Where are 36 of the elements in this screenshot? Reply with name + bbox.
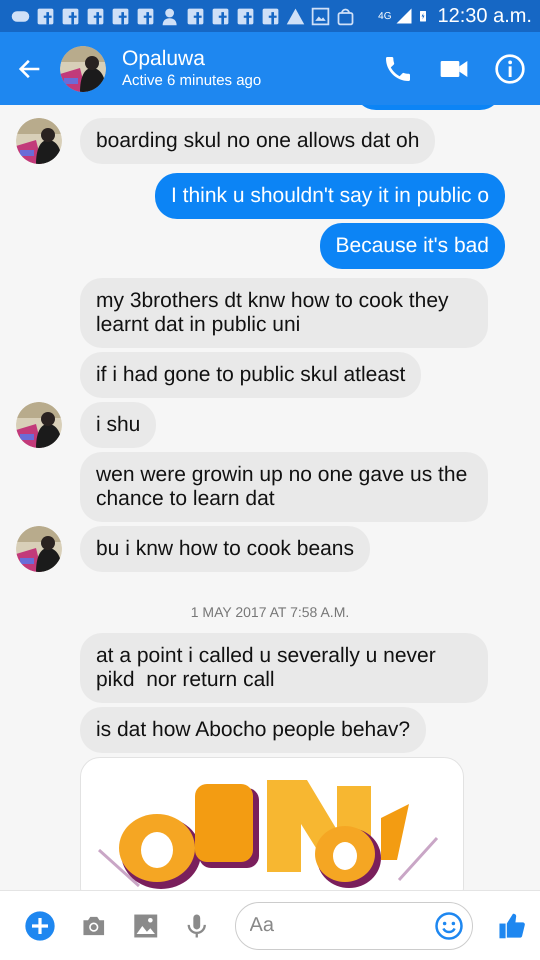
app-notification-icon (135, 6, 156, 26)
app-notification-icon (35, 6, 56, 26)
incoming-message-bubble: i shu (80, 402, 156, 448)
incoming-message-bubble: bu i knw how to cook beans (80, 526, 370, 572)
signal-icon (395, 7, 414, 25)
bag-icon (335, 6, 356, 26)
app-notification-icon (110, 6, 131, 26)
outgoing-message-bubble: I think u shouldn't say it in public o (154, 173, 505, 219)
avatar[interactable] (16, 526, 62, 572)
avatar[interactable] (60, 46, 106, 92)
app-notification-icon (85, 6, 106, 26)
outgoing-message-bubble: Because it's bad (320, 223, 505, 269)
app-notification-icon (60, 6, 81, 26)
image-icon (310, 6, 331, 26)
network-type-label: 4G (378, 10, 392, 24)
incoming-message-bubble: wen were growin up no one gave us the chance to learn dat (80, 452, 488, 522)
add-button[interactable] (24, 910, 56, 942)
app-notification-icon (260, 6, 281, 26)
timestamp: 1 MAY 2017 AT 7:58 A.M. (190, 603, 350, 622)
incoming-message-bubble: at a point i called u severally u never pikd nor return call (80, 633, 488, 703)
incoming-message-bubble: is dat how Abocho people behav? (80, 707, 426, 753)
active-status: Active 6 minutes ago (122, 70, 262, 90)
message-input-field[interactable]: Aa (234, 902, 473, 950)
incoming-message-bubble: boarding skul no one allows dat oh (80, 118, 436, 164)
info-icon[interactable] (494, 52, 526, 84)
emoji-icon[interactable] (434, 910, 464, 940)
incoming-message-bubble: my 3brothers dt knw how to cook they learnt dat in public uni (80, 278, 488, 348)
status-time: 12:30 a.m. (437, 4, 532, 29)
contact-name: Opaluwa (122, 46, 206, 70)
avatar[interactable] (16, 402, 62, 448)
avatar[interactable] (16, 118, 62, 164)
app-notification-icon (210, 6, 231, 26)
app-notification-icon (185, 6, 206, 26)
app-notification-icon (235, 6, 256, 26)
image-icon[interactable] (132, 912, 160, 940)
incoming-message-bubble: if i had gone to public skul atleast (80, 352, 422, 398)
